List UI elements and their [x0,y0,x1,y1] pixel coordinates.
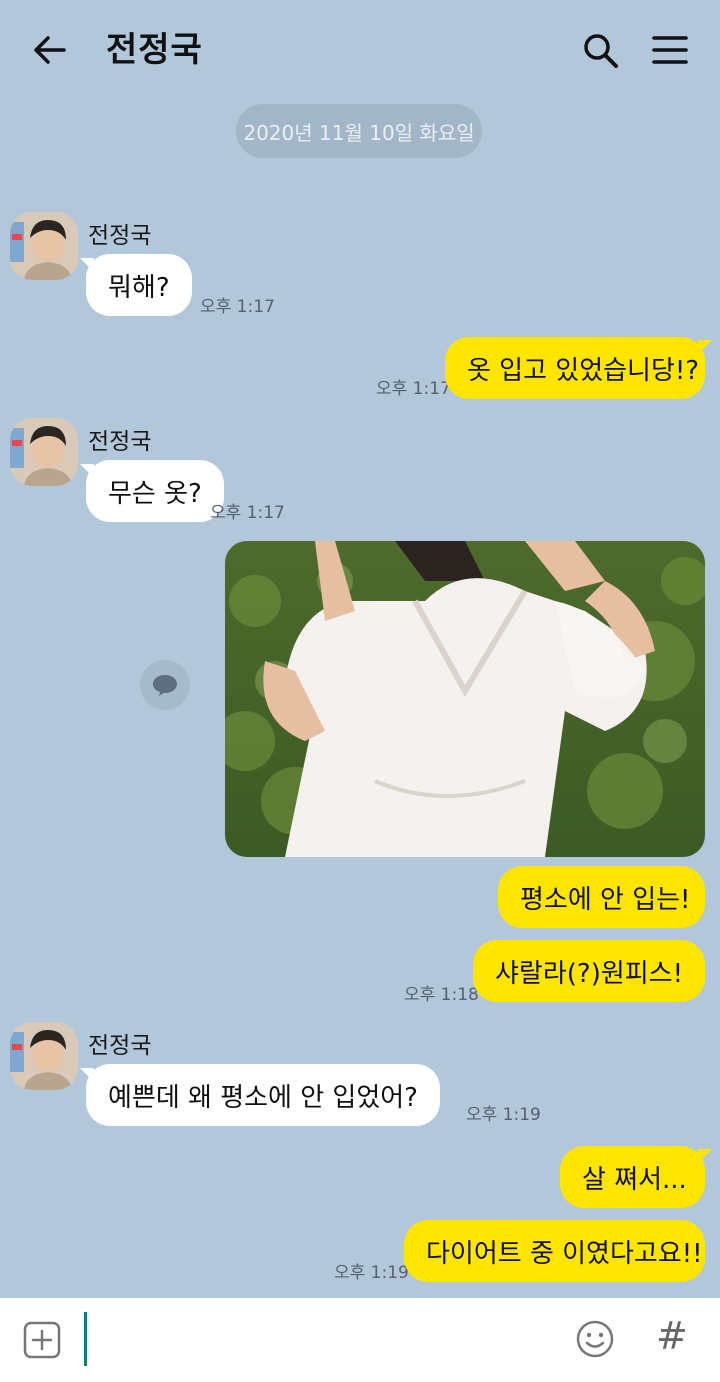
message-time: 오후 1:17 [200,297,275,317]
bubble-tail [698,340,712,354]
outgoing-message[interactable]: 다이어트 중 이였다고요!! [404,1220,705,1282]
search-icon[interactable] [578,28,622,72]
chat-title: 전정국 [106,30,203,70]
outgoing-message[interactable]: 살 쪄서... [560,1146,705,1208]
outgoing-message[interactable]: 평소에 안 입는! [498,866,705,928]
bubble-tail [698,1149,712,1163]
date-divider: 2020년 11월 10일 화요일 [236,104,482,158]
outgoing-message[interactable]: 샤랄라(?)원피스! [473,940,705,1002]
avatar[interactable] [10,212,78,280]
outgoing-message[interactable]: 옷 입고 있었습니당!? [445,337,705,399]
hashtag-icon[interactable]: # [656,1314,688,1358]
message-time: 오후 1:19 [334,1263,409,1283]
message-time: 오후 1:19 [466,1105,541,1125]
message-time: 오후 1:17 [210,503,285,523]
avatar[interactable] [10,418,78,486]
sender-name: 전정국 [88,223,152,249]
incoming-message[interactable]: 예쁜데 왜 평소에 안 입었어? [86,1064,440,1126]
hamburger-menu-icon[interactable] [648,28,692,72]
text-cursor [84,1312,87,1366]
plus-square-icon[interactable] [22,1320,62,1360]
arrow-left-icon[interactable] [28,28,72,72]
chat-header: 전정국 [0,0,720,100]
message-time: 오후 1:18 [404,985,479,1005]
sender-name: 전정국 [88,1033,152,1059]
message-input[interactable] [96,1312,556,1366]
sender-name: 전정국 [88,429,152,455]
incoming-message[interactable]: 뭐해? [86,254,192,316]
message-input-bar: # [0,1298,720,1382]
incoming-message[interactable]: 무슨 옷? [86,460,224,522]
message-time: 오후 1:17 [376,379,451,399]
avatar[interactable] [10,1022,78,1090]
photo-message[interactable] [225,541,705,857]
emoji-icon[interactable] [574,1318,616,1360]
share-icon[interactable] [140,660,190,710]
